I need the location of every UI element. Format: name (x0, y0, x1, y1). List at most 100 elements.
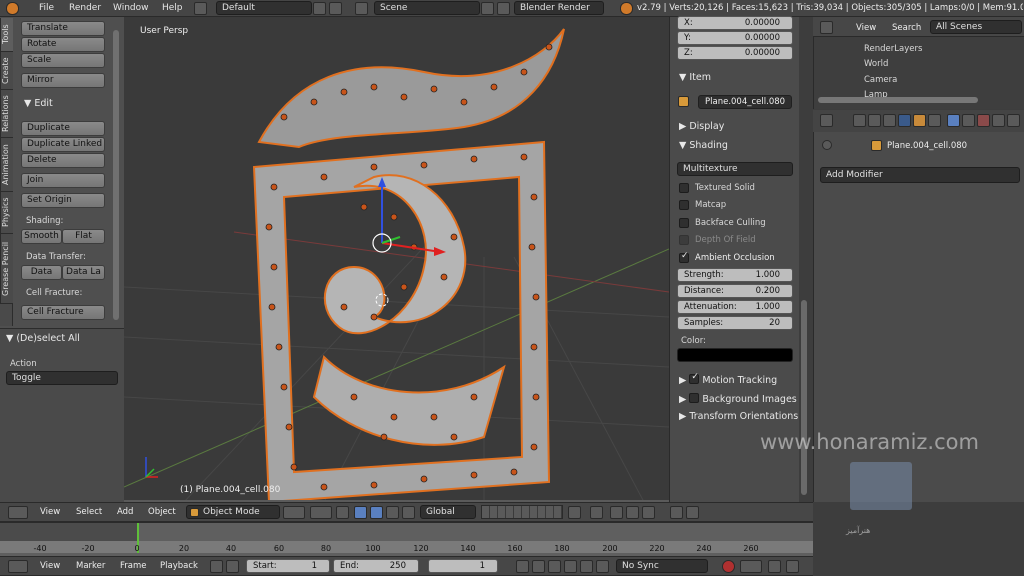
outliner-scrollbar[interactable] (818, 97, 978, 103)
location-z-field[interactable]: Z: 0.00000 (677, 46, 793, 60)
object-tab-icon[interactable] (913, 114, 926, 127)
custom-manipulator-icon[interactable] (402, 506, 415, 519)
flat-button[interactable]: Flat (62, 229, 105, 244)
proportional-edit-icon[interactable] (590, 506, 603, 519)
tab-animation[interactable]: Animation (0, 138, 13, 192)
timeline-menu-view[interactable]: View (40, 561, 60, 571)
render-preview-icon[interactable] (670, 506, 683, 519)
viewport-shading-icon[interactable] (283, 506, 305, 519)
join-button[interactable]: Join (21, 173, 105, 188)
constraints-tab-icon[interactable] (928, 114, 941, 127)
edit-panel-header[interactable]: ▼ Edit (24, 98, 53, 109)
operator-title[interactable]: ▼ (De)select All (6, 333, 80, 344)
insert-keyframe-icon[interactable] (768, 560, 781, 573)
timeline-menu-marker[interactable]: Marker (76, 561, 105, 571)
tab-grease-pencil[interactable]: Grease Pencil (0, 234, 13, 304)
shading-mode-select[interactable]: Multitexture (677, 162, 793, 176)
physics-tab-icon[interactable] (1007, 114, 1020, 127)
ao-color-swatch[interactable] (677, 348, 793, 362)
texture-tab-icon[interactable] (992, 114, 1005, 127)
snap-target-icon[interactable] (642, 506, 655, 519)
transform-orientations-header[interactable]: ▶ Transform Orientations (679, 411, 798, 422)
snap-toggle-icon[interactable] (610, 506, 623, 519)
transform-orientation-select[interactable]: Global (420, 505, 476, 519)
next-keyframe-icon[interactable] (580, 560, 593, 573)
ao-strength-field[interactable]: Strength: 1.000 (677, 268, 793, 282)
timeline-menu-playback[interactable]: Playback (160, 561, 198, 571)
ambient-occlusion-checkbox[interactable] (679, 251, 689, 263)
layers-tab-icon[interactable] (868, 114, 881, 127)
ao-distance-field[interactable]: Distance: 0.200 (677, 284, 793, 298)
menu-file[interactable]: File (39, 0, 54, 16)
motion-tracking-checkbox[interactable] (689, 372, 700, 384)
remove-layout-icon[interactable] (329, 2, 342, 15)
scene-tab-icon[interactable] (883, 114, 896, 127)
modifiers-tab-icon[interactable] (947, 114, 960, 127)
add-modifier-select[interactable]: Add Modifier (820, 167, 1020, 183)
current-frame-field[interactable]: 1 (428, 559, 498, 573)
outliner-display-filter[interactable]: All Scenes (930, 20, 1022, 34)
outliner-item-renderlayers[interactable]: RenderLayers (864, 44, 922, 54)
duplicate-linked-button[interactable]: Duplicate Linked (21, 137, 105, 152)
pivot-point-icon[interactable] (310, 506, 332, 519)
location-x-field[interactable]: X: 0.00000 (677, 16, 793, 30)
screen-layout-icon[interactable] (194, 2, 207, 15)
scale-button[interactable]: Scale (21, 53, 105, 68)
motion-tracking-header[interactable]: ▶ Motion Tracking (679, 372, 777, 386)
rotate-manipulator-icon[interactable] (370, 506, 383, 519)
view3d-menu-object[interactable]: Object (148, 507, 176, 517)
action-select[interactable]: Toggle (6, 371, 118, 385)
timeline-editor-icon[interactable] (8, 560, 28, 573)
material-tab-icon[interactable] (977, 114, 990, 127)
npanel-scrollbar[interactable] (801, 300, 807, 495)
lock-time-icon[interactable] (226, 560, 239, 573)
background-images-checkbox[interactable] (689, 393, 700, 403)
set-origin-button[interactable]: Set Origin (21, 193, 105, 208)
tab-physics[interactable]: Physics (0, 192, 13, 234)
timeline[interactable] (0, 522, 813, 556)
rotate-button[interactable]: Rotate (21, 37, 105, 52)
end-frame-field[interactable]: End: 250 (333, 559, 419, 573)
data-tab-icon[interactable] (962, 114, 975, 127)
backface-culling-checkbox[interactable] (679, 218, 689, 228)
smooth-button[interactable]: Smooth (21, 229, 62, 244)
view3d-menu-view[interactable]: View (40, 507, 60, 517)
remove-scene-icon[interactable] (497, 2, 510, 15)
layout-selector[interactable]: Default (216, 1, 312, 15)
jump-end-icon[interactable] (596, 560, 609, 573)
view3d-menu-select[interactable]: Select (76, 507, 102, 517)
add-scene-icon[interactable] (481, 2, 494, 15)
render-animation-icon[interactable] (686, 506, 699, 519)
outliner-view-menu[interactable]: View (856, 23, 876, 33)
scene-selector[interactable]: Scene (374, 1, 480, 15)
outliner-editor-icon[interactable] (820, 21, 833, 34)
tab-create[interactable]: Create (0, 52, 13, 90)
view3d-menu-add[interactable]: Add (117, 507, 133, 517)
translate-manipulator-icon[interactable] (354, 506, 367, 519)
delete-button[interactable]: Delete (21, 153, 105, 168)
properties-editor-icon[interactable] (820, 114, 833, 127)
blender-icon[interactable] (6, 2, 19, 15)
add-layout-icon[interactable] (313, 2, 326, 15)
world-tab-icon[interactable] (898, 114, 911, 127)
delete-keyframe-icon[interactable] (786, 560, 799, 573)
scale-manipulator-icon[interactable] (386, 506, 399, 519)
outliner-search-menu[interactable]: Search (892, 23, 921, 33)
layer-lock-icon[interactable] (568, 506, 581, 519)
display-panel-header[interactable]: ▶ Display (679, 121, 724, 132)
record-icon[interactable] (722, 560, 735, 573)
outliner-item-world[interactable]: World (864, 59, 888, 69)
ao-samples-field[interactable]: Samples: 20 (677, 316, 793, 330)
menu-help[interactable]: Help (162, 0, 183, 16)
keying-set-icon[interactable] (740, 560, 762, 573)
menu-render[interactable]: Render (69, 0, 101, 16)
mirror-button[interactable]: Mirror (21, 73, 105, 88)
ao-attenuation-field[interactable]: Attenuation: 1.000 (677, 300, 793, 314)
duplicate-button[interactable]: Duplicate (21, 121, 105, 136)
textured-solid-checkbox[interactable] (679, 183, 689, 193)
object-name-field[interactable]: Plane.004_cell.080 (698, 95, 792, 109)
play-reverse-icon[interactable] (548, 560, 561, 573)
scene-icon[interactable] (355, 2, 368, 15)
preview-range-icon[interactable] (210, 560, 223, 573)
pin-icon[interactable] (822, 140, 832, 150)
